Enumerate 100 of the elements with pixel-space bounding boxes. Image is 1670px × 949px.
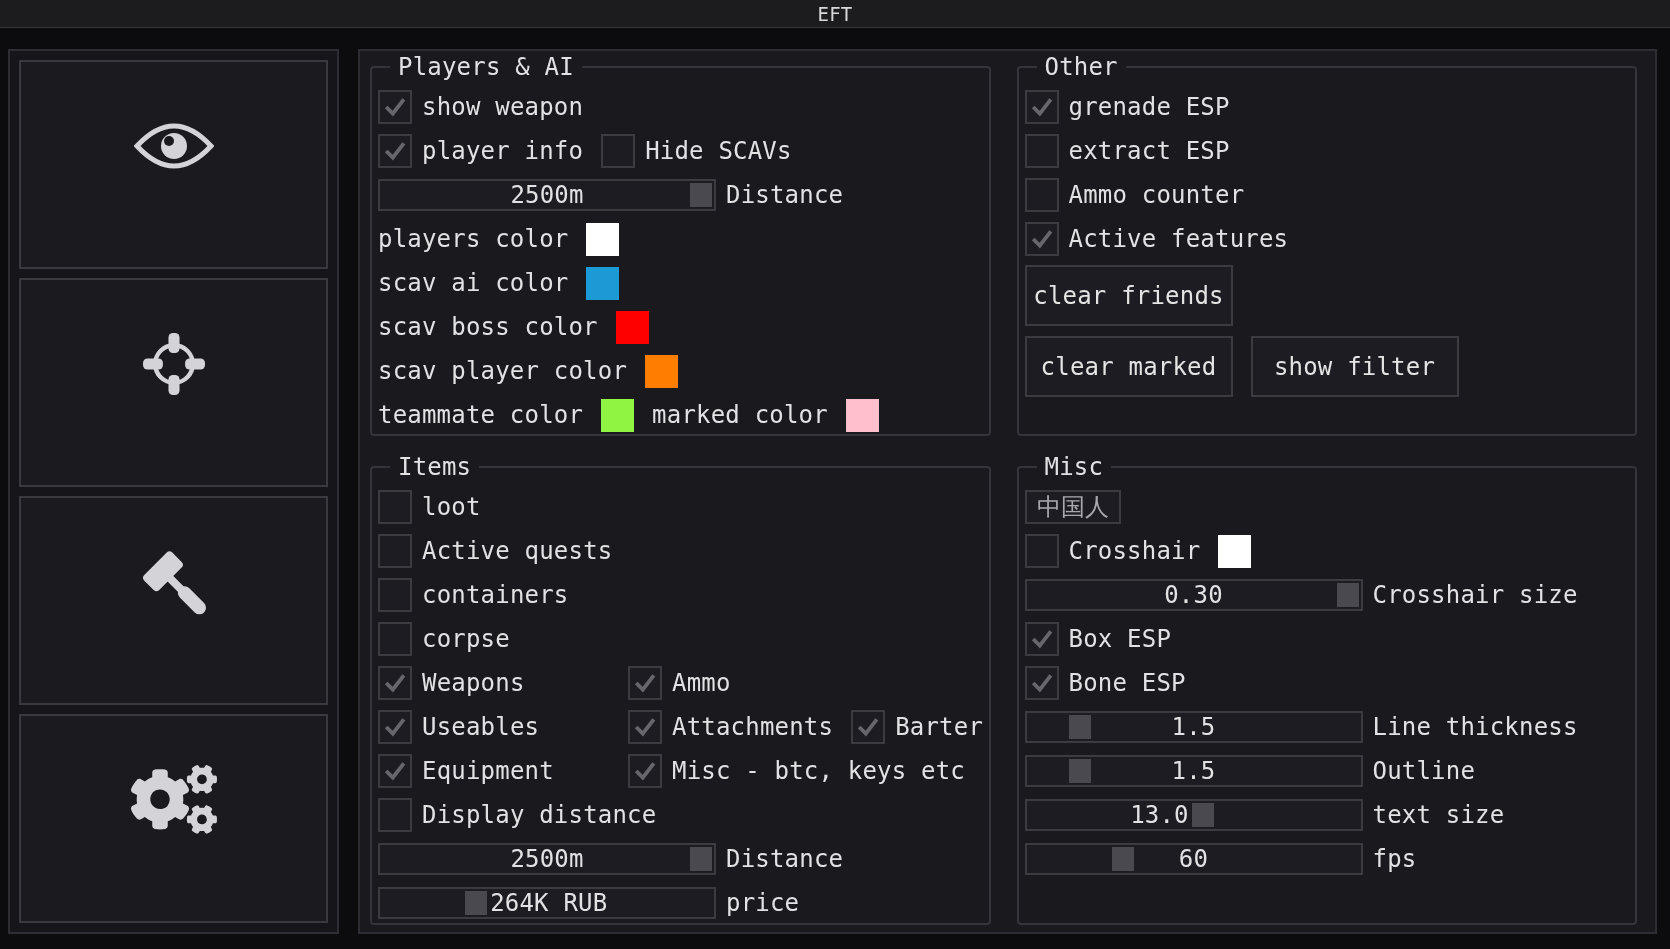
slider-label: price <box>726 889 800 917</box>
checkbox-label: containers <box>422 581 569 609</box>
slider-value: 1.5 <box>1171 757 1216 785</box>
slider-track[interactable]: 264K RUB <box>378 887 716 919</box>
checkbox-label: Bone ESP <box>1068 669 1186 697</box>
slider-thumb[interactable] <box>1191 803 1214 827</box>
group-title: Other <box>1043 54 1119 80</box>
checkbox[interactable] <box>378 90 412 124</box>
checkbox[interactable] <box>628 754 662 788</box>
slider-track[interactable]: 60 <box>1024 843 1363 875</box>
color-label: scav boss color <box>378 313 598 341</box>
slider-thumb[interactable] <box>690 183 712 207</box>
slider-track[interactable]: 2500m <box>378 843 716 875</box>
color-swatch[interactable] <box>586 222 620 256</box>
checkbox-label: Display distance <box>422 801 657 829</box>
checkbox[interactable] <box>1024 534 1059 568</box>
checkbox-label: extract ESP <box>1068 137 1230 165</box>
color-label: marked color <box>652 401 828 429</box>
checkbox-label: Weapons <box>422 669 525 697</box>
checkbox-label: grenade ESP <box>1068 93 1230 121</box>
checkbox[interactable] <box>628 710 662 744</box>
checkmark-icon <box>384 141 406 161</box>
checkbox-label: Equipment <box>422 757 554 785</box>
slider-value: 264K RUB <box>490 889 608 917</box>
slider-label: text size <box>1372 801 1505 829</box>
slider-track[interactable]: 0.30 <box>1024 579 1363 611</box>
slider-track[interactable]: 1.5 <box>1024 755 1363 787</box>
checkmark-icon <box>1030 229 1053 249</box>
action-button[interactable]: show filter <box>1250 336 1459 397</box>
checkmark-icon <box>384 717 406 737</box>
slider-value: 0.30 <box>1164 581 1223 609</box>
checkbox-label: Active features <box>1068 225 1289 253</box>
checkbox[interactable] <box>1024 90 1059 124</box>
checkbox[interactable] <box>1024 622 1059 656</box>
checkmark-icon <box>634 761 656 781</box>
color-swatch[interactable] <box>1218 534 1252 568</box>
action-button[interactable]: 中国人 <box>1024 490 1122 524</box>
slider-value: 13.0 <box>1130 801 1189 829</box>
checkbox[interactable] <box>1024 666 1059 700</box>
group-title: Players & AI <box>397 54 575 80</box>
checkbox-label: Misc - btc, keys etc <box>672 757 965 785</box>
slider-track[interactable]: 13.0 <box>1024 799 1363 831</box>
action-button[interactable]: clear marked <box>1024 336 1233 397</box>
sidebar-tab[interactable] <box>19 496 328 705</box>
slider-track[interactable]: 1.5 <box>1024 711 1363 743</box>
slider-label: Distance <box>726 845 844 873</box>
slider-label: Crosshair size <box>1372 581 1578 609</box>
color-label: teammate color <box>378 401 584 429</box>
checkbox-label: corpse <box>422 625 510 653</box>
checkbox-label: loot <box>422 493 481 521</box>
color-swatch[interactable] <box>845 398 879 432</box>
checkbox-label: Ammo <box>672 669 731 697</box>
eye-icon <box>133 121 214 170</box>
checkbox[interactable] <box>378 490 412 524</box>
checkmark-icon <box>1030 629 1053 649</box>
checkmark-icon <box>384 673 406 693</box>
slider-track[interactable]: 2500m <box>378 179 716 211</box>
sidebar-tab[interactable] <box>19 60 328 269</box>
checkbox[interactable] <box>378 578 412 612</box>
slider-value: 1.5 <box>1171 713 1216 741</box>
checkbox[interactable] <box>378 754 412 788</box>
checkbox[interactable] <box>378 666 412 700</box>
checkbox-label: Ammo counter <box>1068 181 1245 209</box>
slider-thumb[interactable] <box>1068 715 1091 739</box>
slider-thumb[interactable] <box>1111 847 1134 871</box>
checkbox[interactable] <box>851 710 886 744</box>
color-label: scav ai color <box>378 269 569 297</box>
checkbox[interactable] <box>378 710 412 744</box>
color-label: scav player color <box>378 357 628 385</box>
action-button[interactable]: clear friends <box>1024 265 1233 326</box>
slider-label: Distance <box>726 181 844 209</box>
slider-label: Outline <box>1372 757 1476 785</box>
checkbox[interactable] <box>1024 178 1059 212</box>
checkbox[interactable] <box>601 134 636 168</box>
slider-thumb[interactable] <box>465 891 488 915</box>
checkbox-label: Barter <box>895 713 984 741</box>
checkbox-label: Box ESP <box>1068 625 1172 653</box>
checkbox[interactable] <box>378 534 412 568</box>
color-swatch[interactable] <box>645 354 679 388</box>
slider-thumb[interactable] <box>1068 759 1091 783</box>
checkbox[interactable] <box>378 622 412 656</box>
group-title: Items <box>397 454 473 480</box>
checkbox[interactable] <box>378 798 412 832</box>
checkbox[interactable] <box>1024 134 1059 168</box>
checkbox-label: player info <box>422 137 584 165</box>
color-swatch[interactable] <box>586 266 620 300</box>
checkbox-label: Useables <box>422 713 540 741</box>
color-swatch[interactable] <box>615 310 649 344</box>
checkbox[interactable] <box>628 666 662 700</box>
color-swatch[interactable] <box>601 398 635 432</box>
sidebar-tab[interactable] <box>19 714 328 923</box>
slider-thumb[interactable] <box>690 847 712 871</box>
checkbox[interactable] <box>378 134 412 168</box>
checkbox[interactable] <box>1024 222 1059 256</box>
slider-value: 2500m <box>510 181 584 209</box>
checkbox-label: Crosshair <box>1068 537 1201 565</box>
checkmark-icon <box>384 761 406 781</box>
slider-thumb[interactable] <box>1336 583 1359 607</box>
checkmark-icon <box>634 673 656 693</box>
checkbox-label: Active quests <box>422 537 613 565</box>
